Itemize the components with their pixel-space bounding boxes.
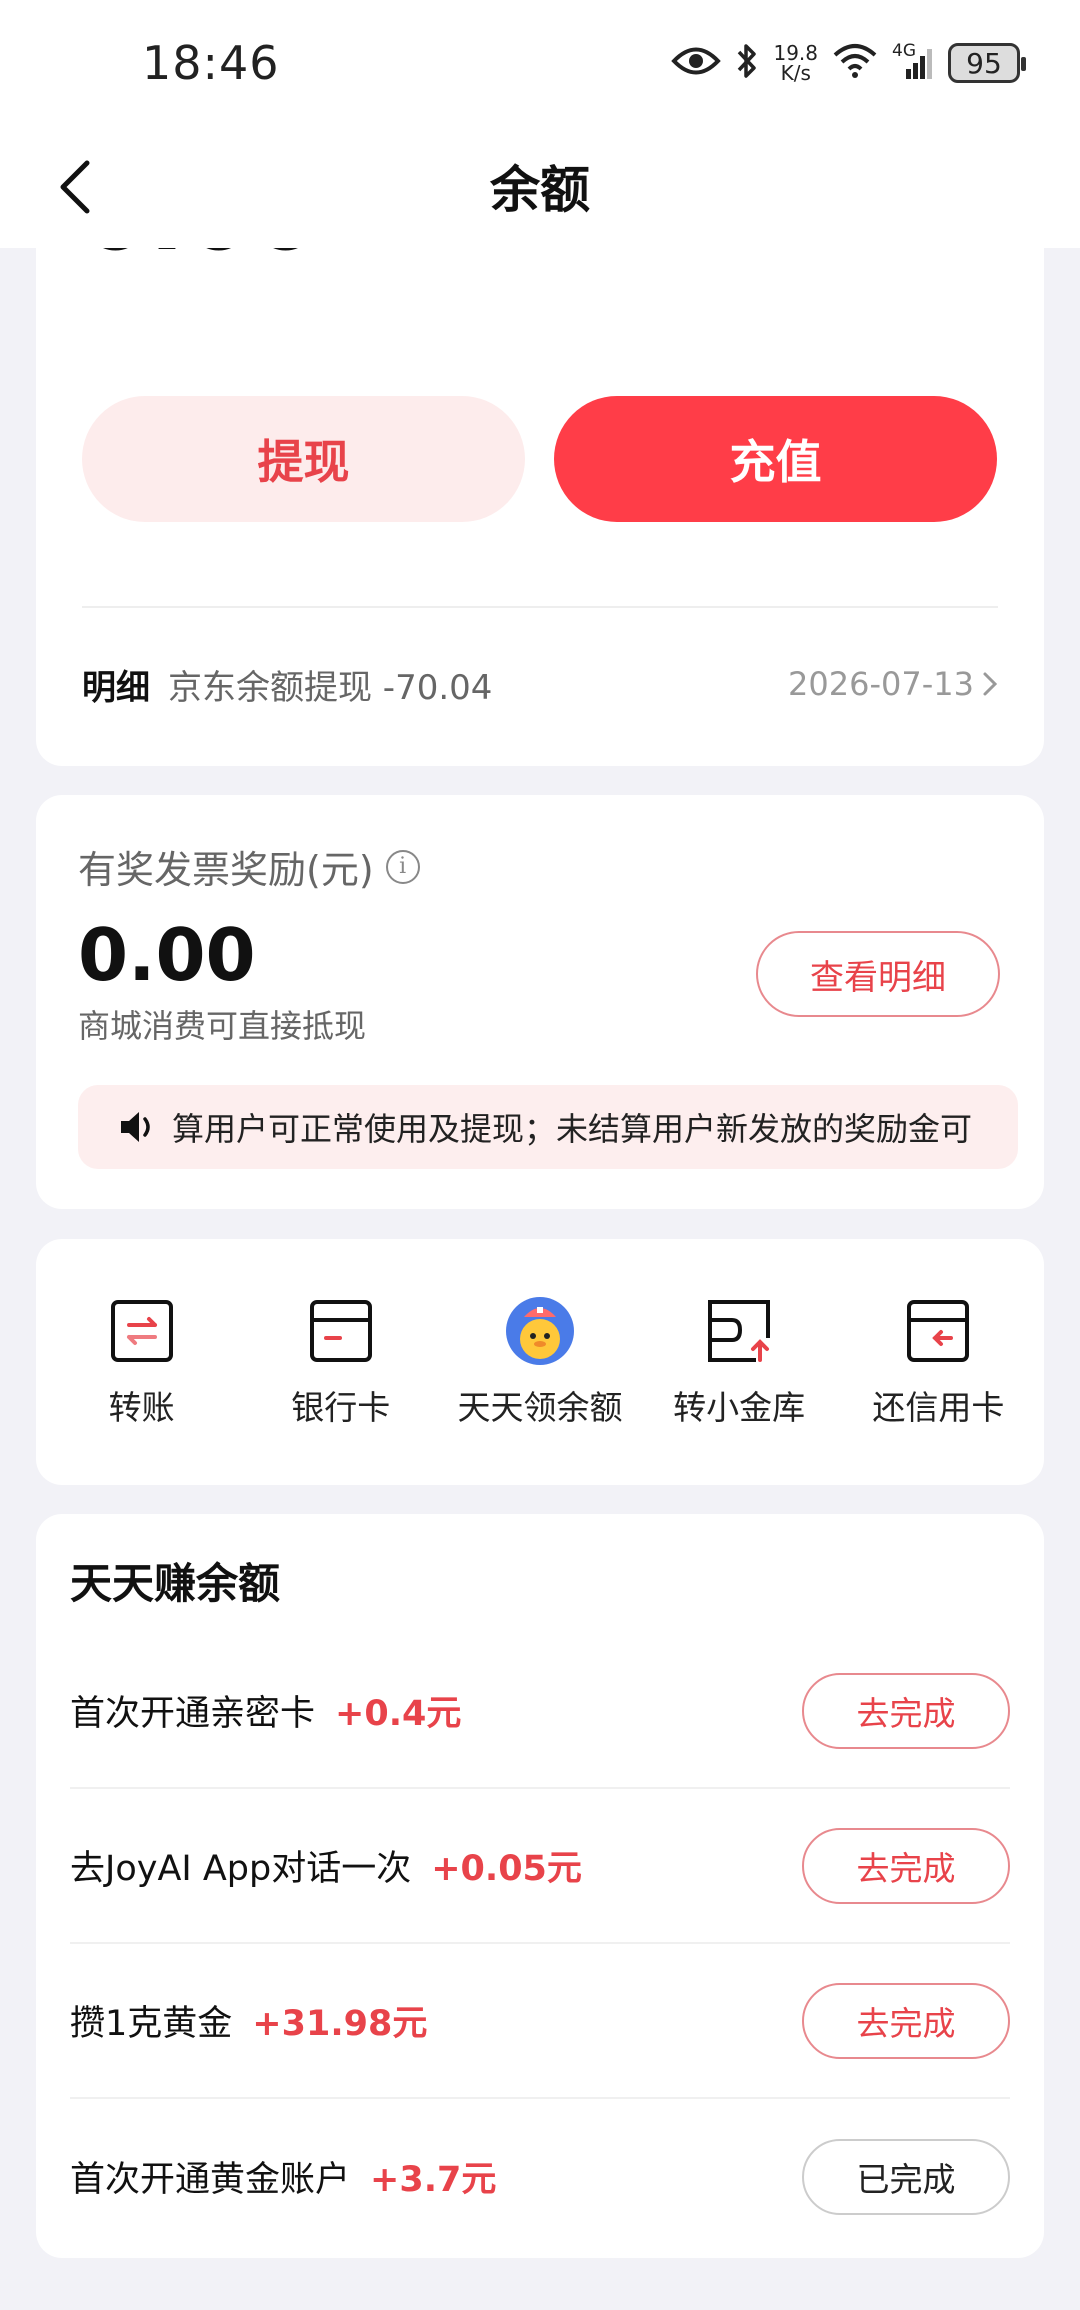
bluetooth-icon (735, 42, 759, 84)
mascot-icon (504, 1295, 576, 1367)
action-bank-card[interactable]: 银行卡 (246, 1295, 436, 1429)
invoice-reward-card: 有奖发票奖励(元) i 0.00 商城消费可直接抵现 查看明细 算用户可正常使用… (36, 795, 1044, 1209)
status-time: 18:46 (142, 36, 280, 90)
net-speed-value: 19.8 (773, 41, 818, 65)
action-vault[interactable]: 转小金库 (644, 1295, 834, 1429)
task-name: 首次开通黄金账户 (70, 2160, 351, 2200)
info-icon[interactable]: i (385, 849, 420, 884)
task-reward: +3.7元 (370, 2160, 497, 2200)
network-type: 4G (892, 41, 916, 61)
action-label: 转账 (108, 1388, 175, 1427)
notice-bar[interactable]: 算用户可正常使用及提现；未结算用户新发放的奖励金可 (78, 1085, 1018, 1169)
task-done-button[interactable]: 已完成 (802, 2138, 1010, 2215)
actions-row: 转账 银行卡 天天领余额 转小金库 还信用卡 (36, 1295, 1044, 1429)
action-label: 转小金库 (673, 1388, 806, 1427)
balance-detail-row[interactable]: 明细 京东余额提现 -70.04 2026-07-13 (82, 646, 998, 722)
task-reward: +31.98元 (252, 2004, 428, 2044)
detail-label: 明细 (82, 667, 150, 708)
action-daily-balance[interactable]: 天天领余额 (445, 1295, 635, 1429)
detail-date-group: 2026-07-13 (788, 665, 998, 703)
earn-balance-card: 天天赚余额 首次开通亲密卡 +0.4元 去完成 去JoyAI App对话一次 +… (36, 1514, 1044, 2258)
action-label: 银行卡 (291, 1388, 391, 1427)
cellular-signal-icon: 4G (892, 41, 934, 81)
task-row: 首次开通黄金账户 +3.7元 已完成 (70, 2099, 1010, 2254)
action-label: 还信用卡 (872, 1388, 1005, 1427)
task-name: 首次开通亲密卡 (70, 1694, 316, 1734)
task-row: 攒1克黄金 +31.98元 去完成 (70, 1944, 1010, 2099)
task-complete-button[interactable]: 去完成 (802, 1672, 1010, 1749)
page-title: 余额 (490, 161, 590, 219)
nav-header: 余额 (0, 130, 1080, 248)
credit-card-icon (902, 1295, 974, 1367)
wifi-icon (832, 43, 878, 83)
task-reward: +0.05元 (431, 1849, 582, 1889)
view-detail-button[interactable]: 查看明细 (756, 931, 1000, 1017)
status-icons: 19.8 K/s 4G 95 (671, 38, 1026, 88)
recharge-button[interactable]: 充值 (554, 396, 997, 522)
bank-card-icon (305, 1295, 377, 1367)
task-row: 首次开通亲密卡 +0.4元 去完成 (70, 1634, 1010, 1789)
detail-date: 2026-07-13 (788, 665, 974, 703)
action-label: 天天领余额 (457, 1388, 623, 1427)
eye-icon (671, 44, 722, 82)
quick-actions-card: 转账 银行卡 天天领余额 转小金库 还信用卡 (36, 1239, 1044, 1485)
task-complete-button[interactable]: 去完成 (802, 1982, 1010, 2059)
invoice-amount: 0.00 (78, 913, 256, 997)
detail-description: 京东余额提现 -70.04 (168, 667, 493, 708)
tasks-title: 天天赚余额 (70, 1559, 281, 1608)
transfer-icon (106, 1295, 178, 1367)
balance-card: 0.00 提现 充值 明细 京东余额提现 -70.04 2026-07-13 (36, 200, 1044, 766)
invoice-title: 有奖发票奖励(元) (78, 848, 374, 892)
battery-icon: 95 (948, 43, 1026, 83)
battery-level: 95 (966, 46, 1002, 80)
task-row: 去JoyAI App对话一次 +0.05元 去完成 (70, 1789, 1010, 1944)
invoice-title-row: 有奖发票奖励(元) i (78, 839, 420, 894)
withdraw-button[interactable]: 提现 (82, 396, 525, 522)
task-name: 攒1克黄金 (70, 2004, 233, 2044)
chevron-right-icon (983, 672, 998, 696)
task-complete-button[interactable]: 去完成 (802, 1827, 1010, 1904)
speaker-icon (121, 1112, 150, 1142)
net-speed-unit: K/s (780, 61, 811, 85)
invoice-note: 商城消费可直接抵现 (78, 1007, 367, 1045)
task-name: 去JoyAI App对话一次 (70, 1849, 412, 1889)
action-transfer[interactable]: 转账 (47, 1295, 237, 1429)
divider (82, 606, 998, 608)
action-credit-card[interactable]: 还信用卡 (843, 1295, 1033, 1429)
net-speed: 19.8 K/s (773, 43, 818, 83)
status-bar: 18:46 19.8 K/s 4G 95 (0, 0, 1080, 130)
notice-text: 算用户可正常使用及提现；未结算用户新发放的奖励金可 (172, 1110, 973, 1148)
task-reward: +0.4元 (335, 1694, 462, 1734)
vault-icon (703, 1295, 775, 1367)
